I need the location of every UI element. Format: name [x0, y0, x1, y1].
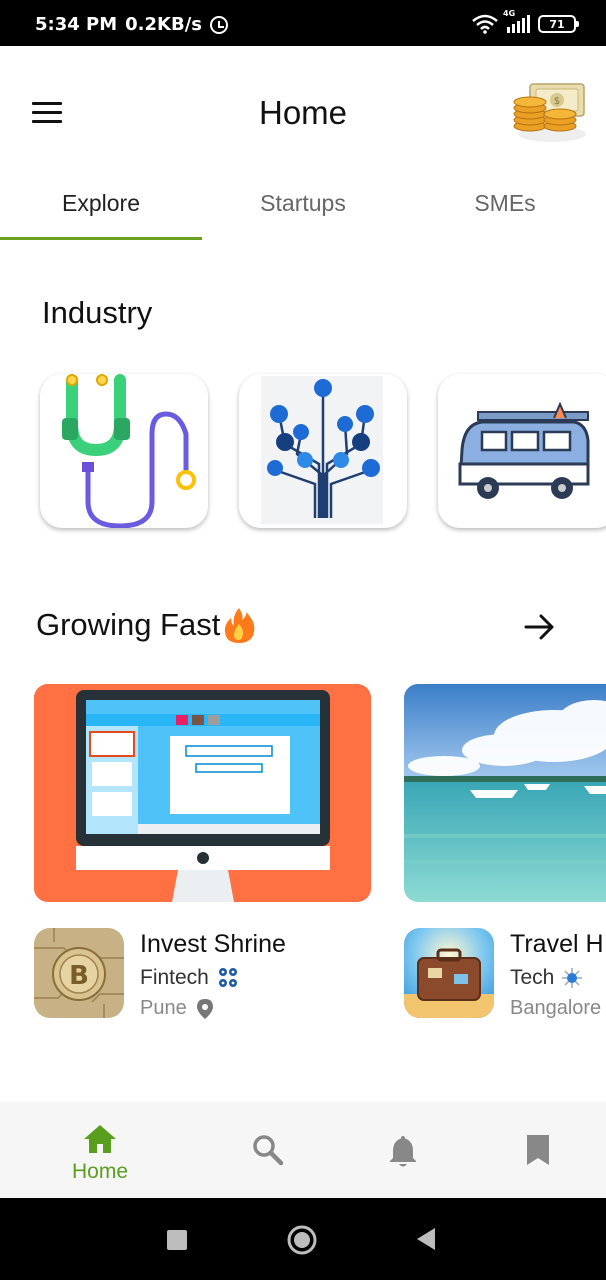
feature-card-travel[interactable] — [404, 684, 606, 902]
company-category: Fintech — [140, 966, 241, 990]
bookmark-icon — [527, 1135, 549, 1165]
search-icon — [253, 1135, 284, 1166]
industry-card-health[interactable] — [40, 374, 208, 528]
company-name: Travel H — [510, 930, 604, 958]
nav-item-search[interactable] — [208, 1102, 328, 1198]
feature-card-invest-shrine[interactable] — [34, 684, 371, 902]
fire-icon — [225, 608, 255, 643]
status-time: 5:34 PM — [35, 14, 118, 35]
coins-icon[interactable]: $ — [508, 76, 588, 146]
wifi-icon — [472, 14, 498, 34]
company-item-invest-shrine[interactable]: B Invest Shrine Fintech Pune — [34, 928, 374, 1020]
nav-item-bookmarks[interactable] — [478, 1102, 598, 1198]
industry-card-travel[interactable] — [438, 374, 606, 528]
tab-explore[interactable]: Explore — [0, 176, 202, 240]
computer-monitor-image — [34, 684, 371, 902]
home-icon — [84, 1125, 116, 1153]
company-name: Invest Shrine — [140, 930, 286, 958]
industry-card-tech[interactable] — [239, 374, 407, 528]
tech-icon — [562, 968, 583, 988]
home-system-icon[interactable] — [287, 1225, 317, 1255]
battery-icon: 71 — [538, 15, 579, 33]
growing-fast-label: Growing Fast — [36, 607, 221, 642]
suitcase-icon — [404, 928, 494, 1018]
bottom-nav: Home — [0, 1102, 606, 1198]
company-location-label: Pune — [140, 997, 187, 1019]
company-location-label: Bangalore — [510, 997, 602, 1019]
system-nav-bar — [0, 1198, 606, 1280]
bell-icon — [390, 1136, 416, 1167]
bitcoin-icon: B — [34, 928, 124, 1018]
tab-bar: Explore Startups SMEs — [0, 176, 606, 240]
company-category-label: Fintech — [140, 966, 209, 989]
growing-fast-title: Growing Fast — [36, 606, 256, 644]
stethoscope-icon — [62, 374, 196, 528]
tab-startups[interactable]: Startups — [202, 176, 404, 240]
battery-level: 71 — [549, 17, 565, 31]
signal-icon: 4G — [503, 9, 530, 33]
nav-item-notifications[interactable] — [343, 1102, 463, 1198]
arrow-right-icon[interactable] — [522, 610, 556, 644]
van-icon — [458, 401, 590, 499]
recent-apps-icon[interactable] — [166, 1229, 188, 1251]
network-type: 4G — [503, 9, 516, 18]
company-category: Tech — [510, 966, 584, 990]
status-bar: 5:34 PM 0.2KB/s 4G 71 — [0, 0, 606, 46]
company-location: Pune — [140, 997, 213, 1020]
back-icon[interactable] — [416, 1227, 436, 1251]
status-right: 4G 71 — [471, 9, 579, 34]
fintech-icon — [218, 968, 237, 987]
industry-title: Industry — [42, 295, 153, 330]
alarm-icon — [210, 15, 228, 34]
beach-image — [404, 684, 606, 902]
nav-item-home[interactable]: Home — [40, 1102, 160, 1198]
status-left: 5:34 PM 0.2KB/s — [35, 14, 228, 35]
nav-label-home: Home — [71, 1160, 129, 1183]
location-pin-icon — [196, 998, 213, 1019]
tab-smes[interactable]: SMEs — [404, 176, 606, 240]
app-header: Home $ — [0, 46, 606, 176]
svg-text:$: $ — [554, 96, 560, 107]
tech-tree-icon — [261, 376, 383, 524]
status-speed: 0.2KB/s — [125, 14, 202, 35]
company-category-label: Tech — [510, 966, 555, 989]
company-item-travel[interactable]: Travel H Tech Bangalore — [404, 928, 606, 1020]
company-location: Bangalore — [510, 997, 601, 1020]
svg-text:B: B — [69, 961, 89, 991]
